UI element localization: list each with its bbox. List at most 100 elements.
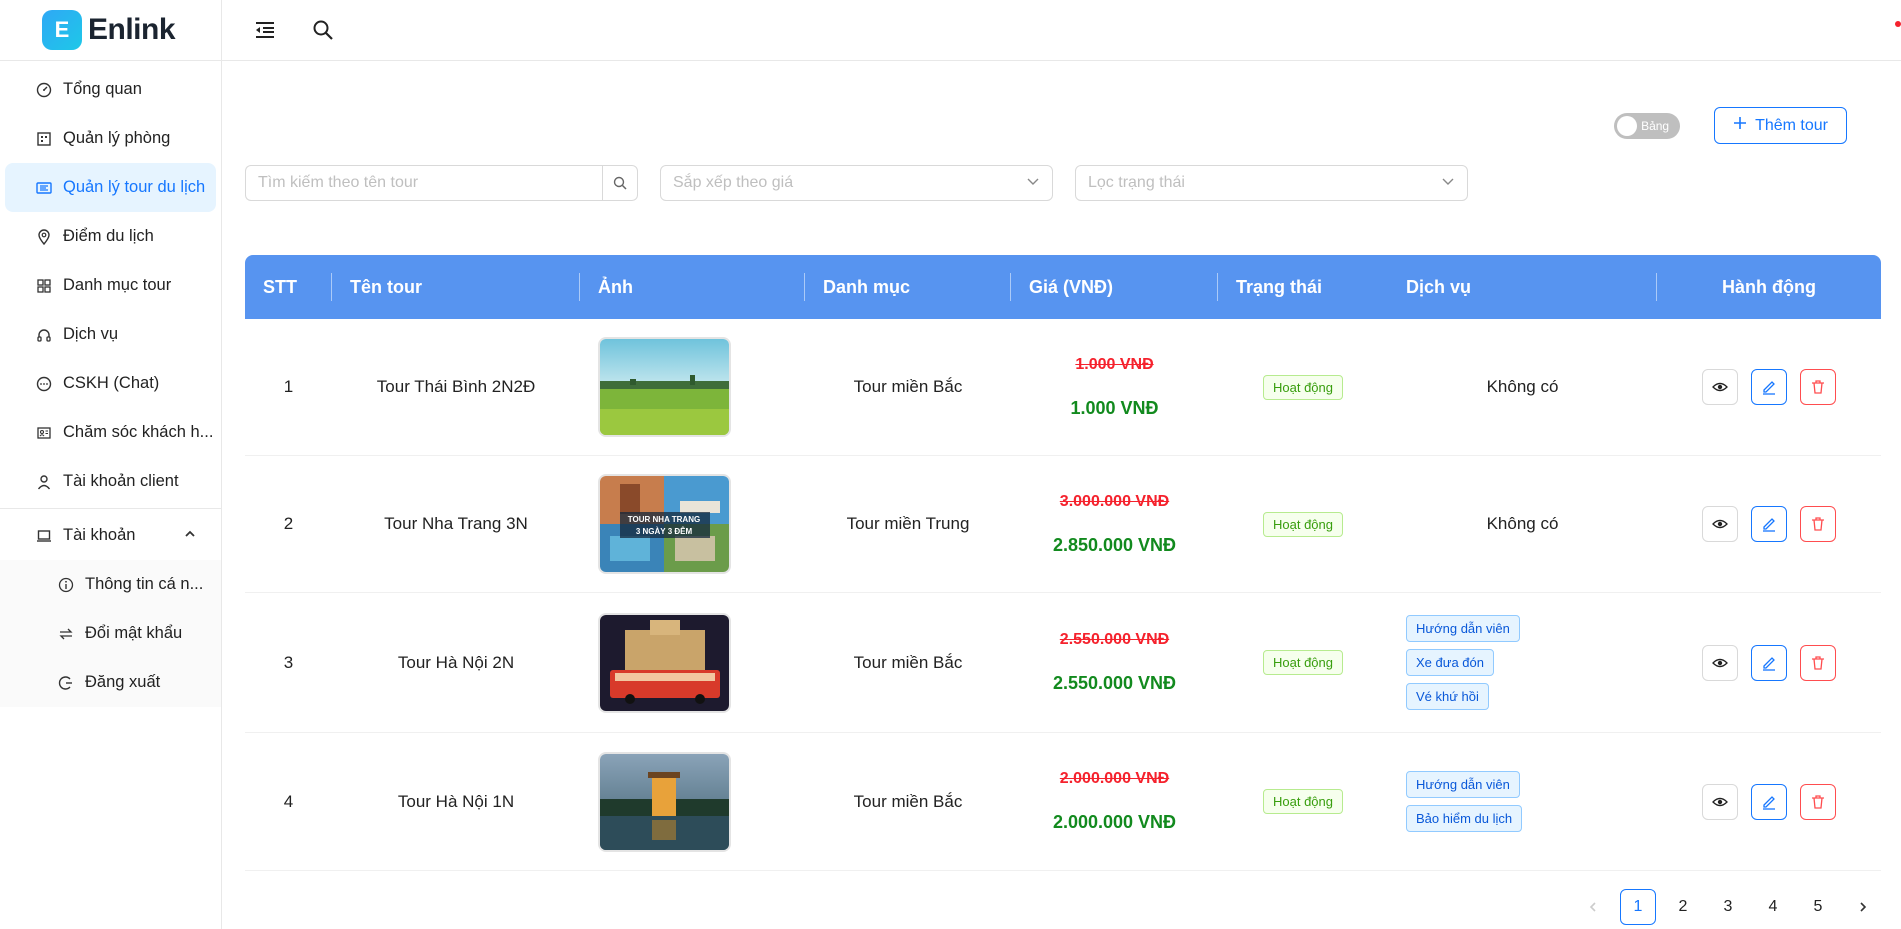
- row-actions: [1657, 456, 1881, 592]
- tour-thumbnail[interactable]: TOUR NHA TRANG 3 NGÀY 3 ĐÊM: [598, 474, 731, 574]
- original-price: 2.000.000 VNĐ: [1059, 770, 1170, 787]
- toolbar: Bảng Thêm tour: [1614, 107, 1881, 144]
- search-icon[interactable]: [308, 15, 338, 45]
- eye-icon: [1712, 382, 1728, 392]
- original-price: 2.550.000 VNĐ: [1059, 631, 1170, 648]
- sidebar-item-categories[interactable]: Danh mục tour: [5, 261, 216, 310]
- status-badge: Hoạt động: [1263, 511, 1343, 537]
- logo-badge: E: [42, 10, 82, 50]
- chevron-right-icon: [1860, 902, 1867, 912]
- view-button[interactable]: [1702, 783, 1738, 820]
- page-4[interactable]: 4: [1755, 889, 1791, 925]
- laptop-icon: [35, 527, 53, 545]
- sidebar-item-destinations[interactable]: Điểm du lịch: [5, 212, 216, 261]
- delete-button[interactable]: [1800, 783, 1836, 820]
- edit-button[interactable]: [1751, 783, 1787, 820]
- row-image-cell: TOUR NHA TRANG 3 NGÀY 3 ĐÊM: [580, 456, 805, 592]
- col-services: Dịch vụ: [1388, 255, 1657, 319]
- view-button[interactable]: [1702, 369, 1738, 405]
- row-status: Hoạt động: [1218, 593, 1388, 732]
- sidebar-item-client-accounts[interactable]: Tài khoản client: [5, 457, 216, 506]
- row-category: Tour miền Bắc: [853, 791, 963, 811]
- service-tag: Bảo hiểm du lịch: [1406, 805, 1523, 832]
- page-3[interactable]: 3: [1710, 889, 1746, 925]
- sidebar-item-label: Quản lý phòng: [63, 129, 171, 147]
- thumbnail-caption: TOUR NHA TRANG: [628, 515, 700, 524]
- menu-fold-icon[interactable]: [250, 15, 280, 45]
- page-5[interactable]: 5: [1800, 889, 1836, 925]
- edit-icon: [1763, 518, 1775, 532]
- logout-icon: [57, 674, 75, 692]
- sidebar-item-profile[interactable]: Thông tin cá n...: [0, 560, 221, 609]
- tour-table: STT Tên tour Ảnh Danh mục Giá (VNĐ) Trạn…: [245, 255, 1881, 871]
- row-stt: 3: [283, 652, 294, 672]
- tour-thumbnail[interactable]: [598, 612, 731, 713]
- search-button[interactable]: [602, 165, 638, 201]
- sidebar-item-label: Đổi mật khẩu: [85, 624, 183, 642]
- sidebar-item-label: Thông tin cá n...: [85, 575, 204, 593]
- sale-price: 2.000.000 VNĐ: [1052, 812, 1177, 832]
- row-status: Hoạt động: [1218, 733, 1388, 870]
- delete-button[interactable]: [1800, 644, 1836, 681]
- pagination: 1 2 3 4 5: [1575, 889, 1881, 925]
- eye-icon: [1712, 797, 1728, 806]
- tour-thumbnail[interactable]: [598, 751, 731, 852]
- chevron-up-icon: [184, 526, 196, 545]
- status-badge: Hoạt động: [1263, 789, 1343, 814]
- view-button[interactable]: [1702, 506, 1738, 542]
- next-page-button[interactable]: [1845, 889, 1881, 925]
- status-badge: Hoạt động: [1263, 374, 1343, 400]
- sidebar-item-account[interactable]: Tài khoản: [5, 511, 216, 560]
- col-stt: STT: [245, 255, 332, 319]
- row-services: Hướng dẫn viên Xe đưa đón Vé khứ hồi: [1388, 593, 1657, 732]
- table-row: 4 Tour Hà Nội 1N Tour miền Bắc 2.000.000…: [245, 733, 1881, 871]
- row-tour-name: Tour Hà Nội 1N: [397, 791, 515, 811]
- chevron-down-icon: [1026, 174, 1040, 193]
- row-stt: 4: [283, 791, 294, 811]
- page-1[interactable]: 1: [1620, 889, 1656, 925]
- row-actions: [1657, 319, 1881, 455]
- edit-button[interactable]: [1751, 369, 1787, 405]
- sidebar-item-label: Tài khoản client: [63, 472, 179, 490]
- plus-icon: [1733, 116, 1747, 135]
- sidebar-item-chat[interactable]: CSKH (Chat): [5, 359, 216, 408]
- delete-button[interactable]: [1800, 506, 1836, 542]
- row-category: Tour miền Trung: [846, 514, 970, 533]
- view-toggle[interactable]: Bảng: [1614, 112, 1681, 139]
- sidebar-item-label: Tài khoản: [63, 526, 136, 544]
- sidebar-item-rooms[interactable]: Quản lý phòng: [5, 114, 216, 163]
- row-category: Tour miền Bắc: [853, 652, 963, 672]
- prev-page-button[interactable]: [1575, 889, 1611, 925]
- delete-button[interactable]: [1800, 369, 1836, 405]
- chat-icon: [35, 375, 53, 393]
- toggle-knob: [1617, 115, 1638, 136]
- view-button[interactable]: [1702, 644, 1738, 681]
- edit-button[interactable]: [1751, 644, 1787, 681]
- edit-button[interactable]: [1751, 506, 1787, 542]
- room-icon: [35, 130, 53, 148]
- info-icon: [57, 576, 75, 594]
- search-icon: [613, 176, 627, 190]
- row-tour-name: Tour Thái Bình 2N2Đ: [376, 377, 536, 396]
- trash-icon: [1812, 380, 1824, 394]
- sort-price-select[interactable]: Sắp xếp theo giá: [660, 165, 1053, 201]
- logo[interactable]: E Enlink: [0, 0, 221, 61]
- page-2[interactable]: 2: [1665, 889, 1701, 925]
- sidebar-item-customer-care[interactable]: Chăm sóc khách h...: [5, 408, 216, 457]
- search-input[interactable]: [245, 165, 602, 201]
- service-tag: Vé khứ hồi: [1406, 683, 1489, 710]
- edit-icon: [1763, 656, 1775, 671]
- add-tour-button[interactable]: Thêm tour: [1714, 107, 1847, 144]
- sidebar-item-change-password[interactable]: Đổi mật khẩu: [0, 609, 221, 658]
- original-price: 3.000.000 VNĐ: [1059, 492, 1170, 510]
- tour-list-icon: [35, 179, 53, 197]
- sidebar-item-services[interactable]: Dịch vụ: [5, 310, 216, 359]
- status-filter-select[interactable]: Lọc trạng thái: [1075, 165, 1468, 201]
- sidebar-item-logout[interactable]: Đăng xuất: [0, 658, 221, 707]
- tour-thumbnail[interactable]: [598, 337, 731, 437]
- edit-icon: [1763, 381, 1775, 395]
- swap-icon: [57, 625, 75, 643]
- sidebar-item-dashboard[interactable]: Tổng quan: [5, 65, 216, 114]
- col-status: Trạng thái: [1236, 276, 1323, 297]
- sidebar-item-tours[interactable]: Quản lý tour du lịch: [5, 163, 216, 212]
